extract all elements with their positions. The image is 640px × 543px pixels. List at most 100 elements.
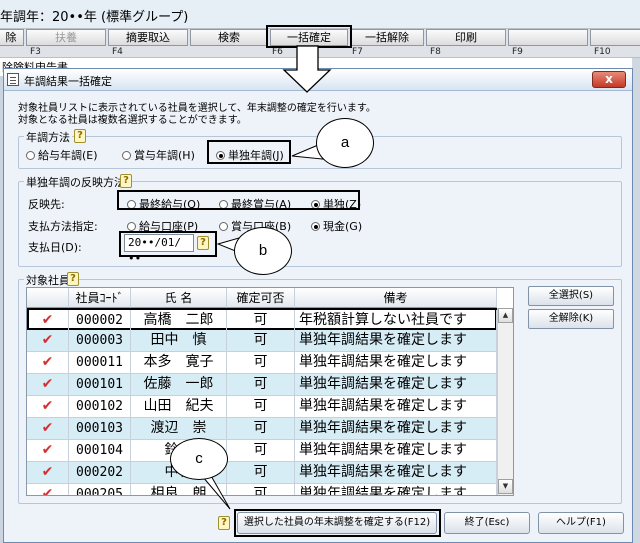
highlight-box-confirm: [234, 509, 441, 537]
help-icon[interactable]: ?: [67, 272, 79, 286]
clear-all-button[interactable]: 全解除(K): [528, 309, 614, 329]
toolbar-button-bulk-release[interactable]: 一括解除: [350, 29, 424, 46]
row-check-icon: ✔: [27, 330, 69, 351]
function-key-toolbar: 除 扶養 F3 摘要取込 F4 検索 F6 一括確定 一括解除 F7 印刷 F8…: [0, 25, 640, 58]
callout-c: c: [170, 438, 228, 480]
row-status: 可: [227, 484, 295, 495]
fkey-number: F8: [430, 47, 441, 57]
fkey-number: F4: [112, 47, 123, 57]
table-row[interactable]: ✔000104鈴木可単独年調結果を確定します: [27, 440, 497, 462]
radio-pay-cash[interactable]: 現金(G): [311, 218, 362, 234]
help-icon[interactable]: ?: [74, 129, 86, 143]
highlight-box-pay-date: [119, 231, 217, 257]
callout-a: a: [316, 118, 374, 168]
fkey-number: F3: [30, 47, 41, 57]
select-all-button[interactable]: 全選択(S): [528, 286, 614, 306]
row-check-icon: ✔: [27, 352, 69, 373]
exit-button[interactable]: 終了(Esc): [444, 512, 530, 534]
column-header-check: [27, 288, 69, 308]
row-note: 単独年調結果を確定します: [295, 462, 497, 483]
column-header-status[interactable]: 確定可否: [227, 288, 295, 308]
row-status: 可: [227, 330, 295, 351]
fkey-number: F6: [272, 47, 283, 57]
reflect-group-label: 単独年調の反映方法: [24, 174, 127, 190]
pay-method-label: 支払方法指定:: [28, 220, 98, 233]
row-status: 可: [227, 462, 295, 483]
radio-dot: [122, 151, 131, 160]
row-check-icon: ✔: [27, 462, 69, 483]
row-name: 本多 寛子: [131, 352, 227, 373]
radio-dot-selected: [311, 222, 320, 231]
table-row[interactable]: ✔ 000011 本多 寛子可単独年調結果を確定します: [27, 352, 497, 374]
help-icon[interactable]: ?: [120, 174, 132, 188]
employee-table: 社員ｺｰﾄﾞ 氏 名 確定可否 備考 ✔ 000002 高橋 二郎可年税額計算しない…: [26, 287, 514, 496]
radio-dot: [26, 151, 35, 160]
vertical-scrollbar[interactable]: ▲ ▼: [497, 308, 513, 495]
row-note: 単独年調結果を確定します: [295, 330, 497, 351]
row-name: 田中 慎: [131, 330, 227, 351]
highlight-box-reflect: [117, 190, 360, 210]
table-row[interactable]: ✔ 000101 佐藤 一郎可単独年調結果を確定します: [27, 374, 497, 396]
row-check-icon: ✔: [27, 374, 69, 395]
row-code: 000205: [69, 484, 131, 495]
row-check-icon: ✔: [27, 484, 69, 495]
fkey-number: F9: [512, 47, 523, 57]
pay-date-label: 支払日(D):: [28, 241, 82, 254]
row-status: 可: [227, 352, 295, 373]
column-header-note[interactable]: 備考: [295, 288, 497, 308]
row-code: 000002: [69, 310, 131, 331]
fkey-number: F10: [594, 47, 611, 57]
radio-dot: [219, 222, 228, 231]
table-row[interactable]: ✔ 000002 高橋 二郎可年税額計算しない社員です: [27, 308, 497, 331]
row-name: 高橋 二郎: [131, 310, 227, 331]
table-row[interactable]: ✔000202中村可単独年調結果を確定します: [27, 462, 497, 484]
row-code: 000101: [69, 374, 131, 395]
toolbar-button-deduction[interactable]: 除: [0, 29, 24, 46]
app-title-bar: 年調年：20••年 (標準グループ): [0, 0, 640, 28]
row-code: 000104: [69, 440, 131, 461]
row-status: 可: [227, 418, 295, 439]
background-window-edge-right: [632, 58, 640, 543]
row-note: 単独年調結果を確定します: [295, 418, 497, 439]
row-note: 単独年調結果を確定します: [295, 374, 497, 395]
scroll-down-icon[interactable]: ▼: [498, 479, 513, 494]
column-header-code[interactable]: 社員ｺｰﾄﾞ: [69, 288, 131, 308]
radio-bonus-adjust[interactable]: 賞与年調(H): [122, 147, 195, 163]
row-note: 単独年調結果を確定します: [295, 440, 497, 461]
document-icon: [7, 73, 19, 86]
toolbar-button-f10[interactable]: [590, 29, 640, 46]
toolbar-button-f9[interactable]: [508, 29, 588, 46]
row-name: 山田 紀夫: [131, 396, 227, 417]
toolbar-button-dependents[interactable]: 扶養: [26, 29, 106, 46]
toolbar-button-print[interactable]: 印刷: [426, 29, 506, 46]
row-code: 000003: [69, 330, 131, 351]
callout-b: b: [234, 227, 292, 275]
fkey-number: F7: [352, 47, 363, 57]
help-icon[interactable]: ?: [218, 516, 230, 530]
row-check-icon: ✔: [27, 418, 69, 439]
row-check-icon: ✔: [27, 440, 69, 461]
row-status: 可: [227, 310, 295, 331]
radio-salary-adjust[interactable]: 給与年調(E): [26, 147, 98, 163]
row-note: 単独年調結果を確定します: [295, 352, 497, 373]
highlight-box-standalone: [207, 140, 291, 164]
row-note: 年税額計算しない社員です: [295, 310, 497, 331]
toolbar-button-search[interactable]: 検索: [190, 29, 268, 46]
help-button[interactable]: ヘルプ(F1): [538, 512, 624, 534]
scroll-up-icon[interactable]: ▲: [498, 308, 513, 323]
row-code: 000011: [69, 352, 131, 373]
dialog-title: 年調結果一括確定: [24, 75, 112, 88]
table-row[interactable]: ✔ 000205 相良 朗可単独年調結果を確定します: [27, 484, 497, 495]
description-line-2: 対象となる社員は複数名選択することができます。: [18, 115, 247, 126]
table-row[interactable]: ✔ 000103 渡辺 崇可単独年調結果を確定します: [27, 418, 497, 440]
row-name: 渡辺 崇: [131, 418, 227, 439]
toolbar-button-import-notes[interactable]: 摘要取込: [108, 29, 188, 46]
row-name: 相良 朗: [131, 484, 227, 495]
table-row[interactable]: ✔ 000102 山田 紀夫可単独年調結果を確定します: [27, 396, 497, 418]
column-header-name[interactable]: 氏 名: [131, 288, 227, 308]
row-status: 可: [227, 396, 295, 417]
dialog-title-bar: 年調結果一括確定 x: [4, 69, 632, 91]
table-row[interactable]: ✔ 000003 田中 慎可単独年調結果を確定します: [27, 330, 497, 352]
row-check-icon: ✔: [27, 396, 69, 417]
close-button[interactable]: x: [592, 71, 626, 88]
